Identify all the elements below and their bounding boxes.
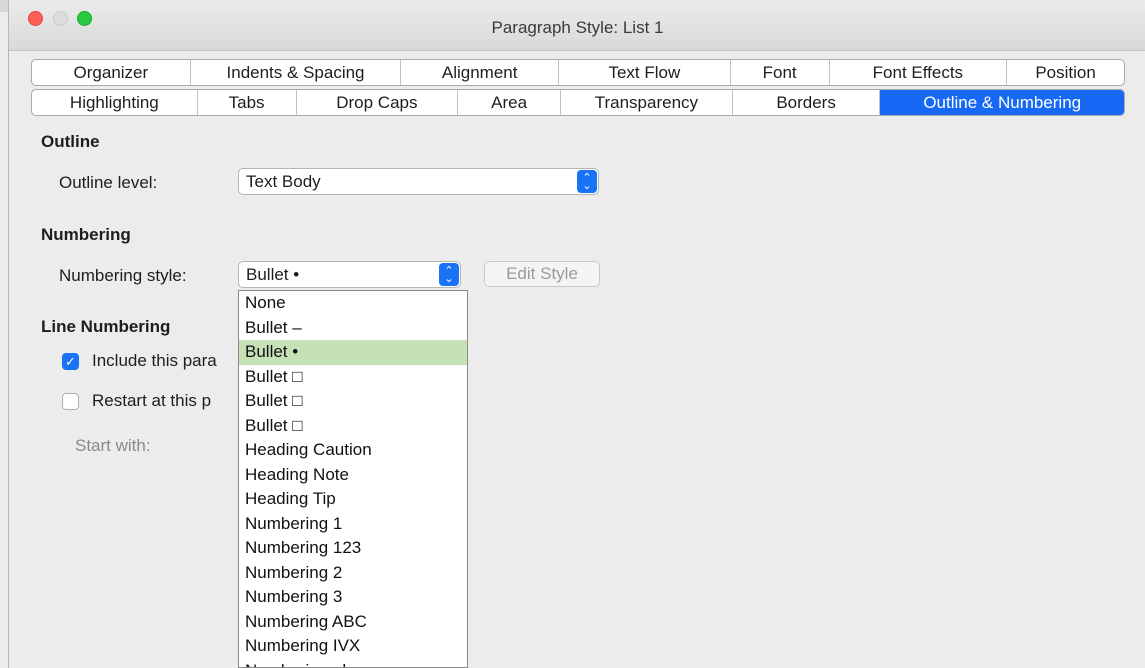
tab-position[interactable]: Position xyxy=(1007,60,1124,85)
outline-level-value: Text Body xyxy=(246,172,321,191)
checkmark-icon: ✓ xyxy=(65,354,76,369)
numbering-style-select[interactable]: Bullet • ⌃ ⌄ xyxy=(238,261,461,288)
tab-tabs[interactable]: Tabs xyxy=(198,90,297,115)
tab-outline-numbering[interactable]: Outline & Numbering xyxy=(880,90,1124,115)
dropdown-item-numbering-abc-upper[interactable]: Numbering ABC xyxy=(239,610,467,635)
tab-area[interactable]: Area xyxy=(458,90,562,115)
outline-level-label: Outline level: xyxy=(59,173,158,192)
title-bar[interactable]: Paragraph Style: List 1 xyxy=(9,0,1145,51)
dropdown-item-numbering-ivx[interactable]: Numbering IVX xyxy=(239,634,467,659)
window-title: Paragraph Style: List 1 xyxy=(491,18,664,37)
line-numbering-section-title: Line Numbering xyxy=(41,317,171,336)
dropdown-item-bullet-dot[interactable]: Bullet • xyxy=(239,340,467,365)
tab-font-effects[interactable]: Font Effects xyxy=(830,60,1008,85)
outline-level-select[interactable]: Text Body ⌃ ⌄ xyxy=(238,168,599,195)
tab-font[interactable]: Font xyxy=(731,60,830,85)
edit-style-button[interactable]: Edit Style xyxy=(484,261,600,287)
dropdown-item-heading-tip[interactable]: Heading Tip xyxy=(239,487,467,512)
restart-numbering-label: Restart at this p xyxy=(92,391,212,410)
chevron-up-down-icon: ⌃ ⌄ xyxy=(439,263,459,286)
dropdown-item-numbering-3[interactable]: Numbering 3 xyxy=(239,585,467,610)
tab-organizer[interactable]: Organizer xyxy=(32,60,191,85)
dropdown-item-heading-caution[interactable]: Heading Caution xyxy=(239,438,467,463)
dropdown-item-bullet-box-3[interactable]: Bullet □ xyxy=(239,414,467,439)
tab-transparency[interactable]: Transparency xyxy=(561,90,733,115)
dropdown-item-none[interactable]: None xyxy=(239,291,467,316)
tab-highlighting[interactable]: Highlighting xyxy=(32,90,198,115)
dropdown-item-numbering-abc-lower[interactable]: Numbering abc xyxy=(239,659,467,668)
dropdown-item-numbering-2[interactable]: Numbering 2 xyxy=(239,561,467,586)
dropdown-item-bullet-box-2[interactable]: Bullet □ xyxy=(239,389,467,414)
tab-alignment[interactable]: Alignment xyxy=(401,60,560,85)
include-line-numbering-checkbox[interactable]: ✓ xyxy=(62,353,79,370)
dropdown-item-bullet-box-1[interactable]: Bullet □ xyxy=(239,365,467,390)
paragraph-style-dialog: Paragraph Style: List 1 Organizer Indent… xyxy=(8,0,1145,668)
tab-row-1: Organizer Indents & Spacing Alignment Te… xyxy=(31,59,1125,86)
tab-row-2: Highlighting Tabs Drop Caps Area Transpa… xyxy=(31,89,1125,116)
tab-borders[interactable]: Borders xyxy=(733,90,881,115)
numbering-style-dropdown[interactable]: None Bullet – Bullet • Bullet □ Bullet □… xyxy=(238,290,468,668)
dropdown-item-bullet-dash[interactable]: Bullet – xyxy=(239,316,467,341)
dropdown-item-heading-note[interactable]: Heading Note xyxy=(239,463,467,488)
dropdown-item-numbering-1[interactable]: Numbering 1 xyxy=(239,512,467,537)
start-with-label: Start with: xyxy=(75,436,151,455)
tab-indents-spacing[interactable]: Indents & Spacing xyxy=(191,60,402,85)
numbering-style-value: Bullet • xyxy=(246,265,300,284)
dropdown-item-numbering-123[interactable]: Numbering 123 xyxy=(239,536,467,561)
tab-text-flow[interactable]: Text Flow xyxy=(559,60,731,85)
include-line-numbering-label: Include this para xyxy=(92,351,217,370)
outline-section-title: Outline xyxy=(41,132,100,151)
numbering-section-title: Numbering xyxy=(41,225,131,244)
tab-drop-caps[interactable]: Drop Caps xyxy=(297,90,459,115)
chevron-up-down-icon: ⌃ ⌄ xyxy=(577,170,597,193)
restart-numbering-checkbox[interactable] xyxy=(62,393,79,410)
numbering-style-label: Numbering style: xyxy=(59,266,187,285)
